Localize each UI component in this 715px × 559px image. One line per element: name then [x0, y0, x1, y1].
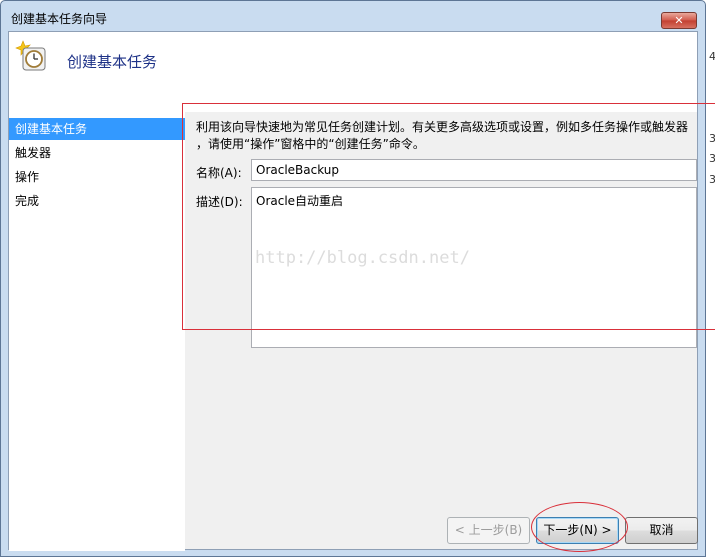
back-button[interactable]: < 上一步(B) [447, 517, 530, 544]
description-label: 描述(D): [196, 195, 243, 209]
watermark-text: http://blog.csdn.net/ [255, 248, 470, 268]
sidebar-item-trigger[interactable]: 触发器 [9, 142, 185, 164]
sidebar-item-action[interactable]: 操作 [9, 166, 185, 188]
next-button[interactable]: 下一步(N) > [536, 517, 619, 544]
description-line-2: ，请使用“操作”窗格中的“创建任务”命令。 [196, 137, 425, 151]
close-button[interactable]: ✕ [661, 12, 697, 29]
background-window-glyph: 3 [709, 132, 715, 145]
name-label: 名称(A): [196, 166, 242, 180]
background-window-glyph: 3 [709, 152, 715, 165]
wizard-steps-sidebar: 创建基本任务 触发器 操作 完成 [9, 112, 185, 551]
window-title: 创建基本任务向导 [11, 12, 108, 26]
wizard-description: 利用该向导快速地为常见任务创建计划。有关更多高级选项或设置，例如多任务操作或触发… [196, 119, 702, 153]
title-bar[interactable]: 创建基本任务向导 ✕ [1, 1, 705, 31]
clock-task-icon [15, 40, 46, 71]
name-field[interactable] [251, 159, 697, 181]
wizard-client-area: 创建基本任务 创建基本任务 触发器 操作 完成 利用该向导快速地为常见任务创建计… [8, 31, 698, 551]
sidebar-item-create-basic-task[interactable]: 创建基本任务 [9, 118, 185, 140]
close-icon: ✕ [674, 14, 684, 27]
background-window-glyph: 3 [709, 173, 715, 186]
background-window-glyph: 4 [709, 50, 715, 63]
wizard-header: 创建基本任务 [9, 32, 697, 112]
description-line-1: 利用该向导快速地为常见任务创建计划。有关更多高级选项或设置，例如多任务操作或触发… [196, 120, 689, 134]
page-title: 创建基本任务 [67, 53, 158, 71]
task-wizard-window: 创建基本任务向导 ✕ 创建基本任务 创建基本任务 触发器 操作 完成 利用该向导… [0, 0, 706, 557]
sidebar-item-finish[interactable]: 完成 [9, 190, 185, 212]
cancel-button[interactable]: 取消 [625, 517, 698, 544]
